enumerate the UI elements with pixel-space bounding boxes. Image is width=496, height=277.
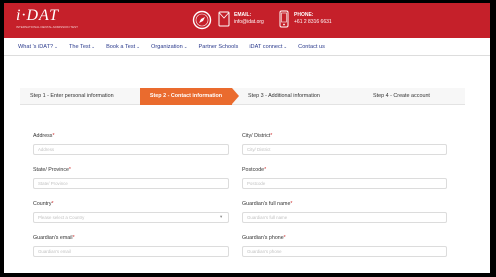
city-label: City/ District* xyxy=(242,133,273,139)
nav-item-label: Book a Test xyxy=(106,43,136,50)
guardian-email-label: Guardian's email* xyxy=(33,235,75,241)
nav-item-partner-schools[interactable]: Partner Schools xyxy=(199,44,239,50)
step-active-arrow xyxy=(232,88,239,104)
contact-form: Address* City/ District* State/ Province… xyxy=(20,105,465,273)
nav-item-label: Partner Schools xyxy=(198,43,239,50)
idat-logo[interactable]: i·DAT INTERNATIONAL DENTAL ADMISSION TES… xyxy=(16,7,78,30)
state-label: State/ Province* xyxy=(33,167,71,173)
chevron-down-icon: ⌄ xyxy=(283,43,288,49)
chevron-down-icon: ⌄ xyxy=(183,43,188,49)
nav-item-label: Contact us xyxy=(298,43,325,50)
chevron-down-icon: ⌄ xyxy=(91,43,96,49)
site-header: i·DAT INTERNATIONAL DENTAL ADMISSION TES… xyxy=(4,3,490,38)
browser-frame: i·DAT INTERNATIONAL DENTAL ADMISSION TES… xyxy=(4,3,490,273)
email-value[interactable]: info@idat.org xyxy=(234,19,264,26)
nav-item-idat-connect[interactable]: iDAT connect⌄ xyxy=(249,44,287,50)
phone-info: PHONE: +61 2 8316 6631 xyxy=(294,12,332,26)
guardian-phone-label: Guardian's phone* xyxy=(242,235,286,241)
nav-item-label: iDAT connect xyxy=(249,43,283,50)
chevron-down-icon: ▾ xyxy=(220,214,223,219)
nav-item-organization[interactable]: Organization⌄ xyxy=(151,44,188,50)
address-input[interactable] xyxy=(33,144,229,155)
email-label: EMAIL: xyxy=(234,12,252,18)
phone-label: PHONE: xyxy=(294,12,314,18)
logo-text: i·DAT xyxy=(16,7,60,24)
country-select-value: Please select a Country xyxy=(38,215,85,220)
registration-steps: Step 1 - Enter personal information Step… xyxy=(20,88,465,105)
postcode-input[interactable] xyxy=(242,178,447,189)
email-icon xyxy=(218,11,230,27)
logo-tagline: INTERNATIONAL DENTAL ADMISSION TEST xyxy=(16,25,78,29)
country-label: Country* xyxy=(33,201,54,207)
nav-item-the-test[interactable]: The Test⌄ xyxy=(69,44,95,50)
guardian-email-input[interactable] xyxy=(33,246,229,257)
guardian-name-input[interactable] xyxy=(242,212,447,223)
nav-item-label: What 's iDAT? xyxy=(18,43,54,50)
step-2-active[interactable]: Step 2 - Contact information xyxy=(140,88,232,105)
chevron-down-icon: ⌄ xyxy=(136,43,140,49)
nav-item-whats-idat[interactable]: What 's iDAT?⌄ xyxy=(18,44,58,50)
step-3[interactable]: Step 3 - Additional information xyxy=(248,88,368,105)
guardian-name-label: Guardian's full name* xyxy=(242,201,293,207)
postcode-label: Postcode* xyxy=(242,167,267,173)
country-select[interactable]: Please select a Country xyxy=(33,212,229,223)
email-info: EMAIL: info@idat.org xyxy=(234,12,264,26)
phone-value[interactable]: +61 2 8316 6631 xyxy=(294,19,332,26)
nav-item-label: Organization xyxy=(151,43,183,50)
compass-icon xyxy=(192,10,212,30)
nav-item-contact-us[interactable]: Contact us xyxy=(298,44,325,50)
state-input[interactable] xyxy=(33,178,229,189)
phone-icon xyxy=(279,10,289,28)
step-4[interactable]: Step 4 - Create account xyxy=(373,88,463,105)
nav-item-label: The Test xyxy=(68,43,91,50)
main-nav: What 's iDAT?⌄ The Test⌄ Book a Test⌄ Or… xyxy=(4,38,490,56)
step-1[interactable]: Step 1 - Enter personal information xyxy=(30,88,140,105)
chevron-down-icon: ⌄ xyxy=(54,43,58,49)
address-label: Address* xyxy=(33,133,55,139)
city-input[interactable] xyxy=(242,144,447,155)
guardian-phone-input[interactable] xyxy=(242,246,447,257)
nav-item-book-a-test[interactable]: Book a Test⌄ xyxy=(106,44,140,50)
